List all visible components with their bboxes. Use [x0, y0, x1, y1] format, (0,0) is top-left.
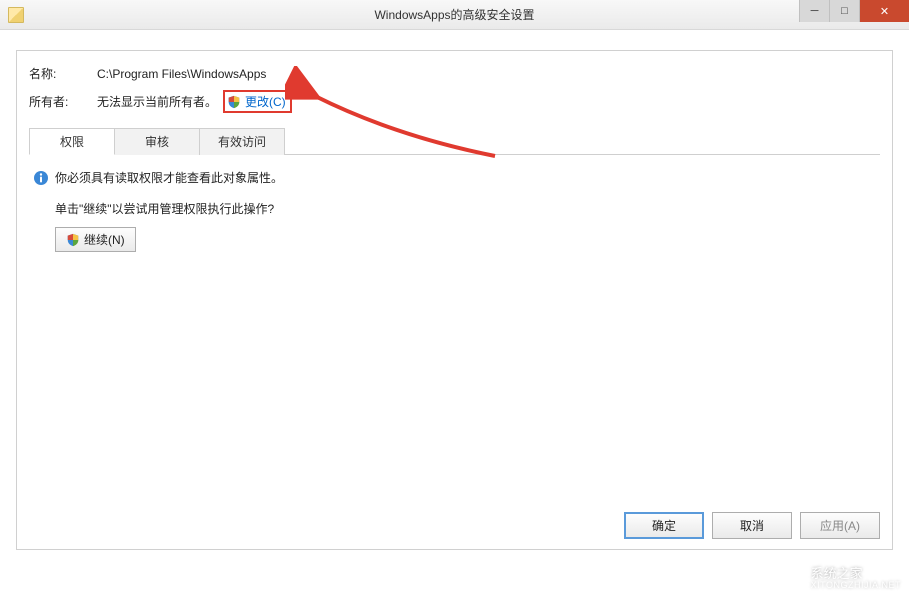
shield-icon	[227, 95, 241, 109]
close-button[interactable]: ✕	[859, 0, 909, 22]
tab-content: 你必须具有读取权限才能查看此对象属性。 单击"继续"以尝试用管理权限执行此操作?…	[29, 155, 880, 504]
apply-button[interactable]: 应用(A)	[800, 512, 880, 539]
continue-button-label: 继续(N)	[84, 231, 125, 248]
name-row: 名称: C:\Program Files\WindowsApps	[29, 65, 880, 82]
tab-permissions[interactable]: 权限	[29, 128, 115, 155]
dialog-footer: 确定 取消 应用(A)	[29, 512, 880, 539]
click-continue-message: 单击"继续"以尝试用管理权限执行此操作?	[55, 200, 876, 217]
folder-icon	[8, 7, 24, 23]
change-link-highlight: 更改(C)	[223, 90, 292, 113]
main-panel: 名称: C:\Program Files\WindowsApps 所有者: 无法…	[16, 50, 893, 550]
window-title: WindowsApps的高级安全设置	[374, 6, 534, 23]
watermark-subtext: XITONGZHIJIA.NET	[811, 581, 901, 591]
owner-value: 无法显示当前所有者。	[97, 93, 217, 110]
titlebar: WindowsApps的高级安全设置 ─ □ ✕	[0, 0, 909, 30]
cancel-button[interactable]: 取消	[712, 512, 792, 539]
name-value: C:\Program Files\WindowsApps	[97, 67, 266, 81]
watermark-icon	[771, 562, 805, 596]
name-label: 名称:	[29, 65, 97, 82]
continue-button[interactable]: 继续(N)	[55, 227, 136, 252]
window-controls: ─ □ ✕	[799, 0, 909, 22]
tab-effective-access[interactable]: 有效访问	[199, 128, 285, 155]
minimize-button[interactable]: ─	[799, 0, 829, 22]
tabs: 权限 审核 有效访问	[29, 127, 880, 155]
need-read-message: 你必须具有读取权限才能查看此对象属性。	[55, 169, 283, 186]
info-message-row: 你必须具有读取权限才能查看此对象属性。	[33, 169, 876, 186]
tab-audit[interactable]: 审核	[114, 128, 200, 155]
owner-label: 所有者:	[29, 93, 97, 110]
watermark: 系统之家 XITONGZHIJIA.NET	[771, 562, 901, 596]
owner-row: 所有者: 无法显示当前所有者。 更改(C)	[29, 90, 880, 113]
ok-button[interactable]: 确定	[624, 512, 704, 539]
info-icon	[33, 170, 49, 186]
change-owner-link[interactable]: 更改(C)	[245, 93, 286, 110]
maximize-button[interactable]: □	[829, 0, 859, 22]
shield-icon	[66, 233, 80, 247]
